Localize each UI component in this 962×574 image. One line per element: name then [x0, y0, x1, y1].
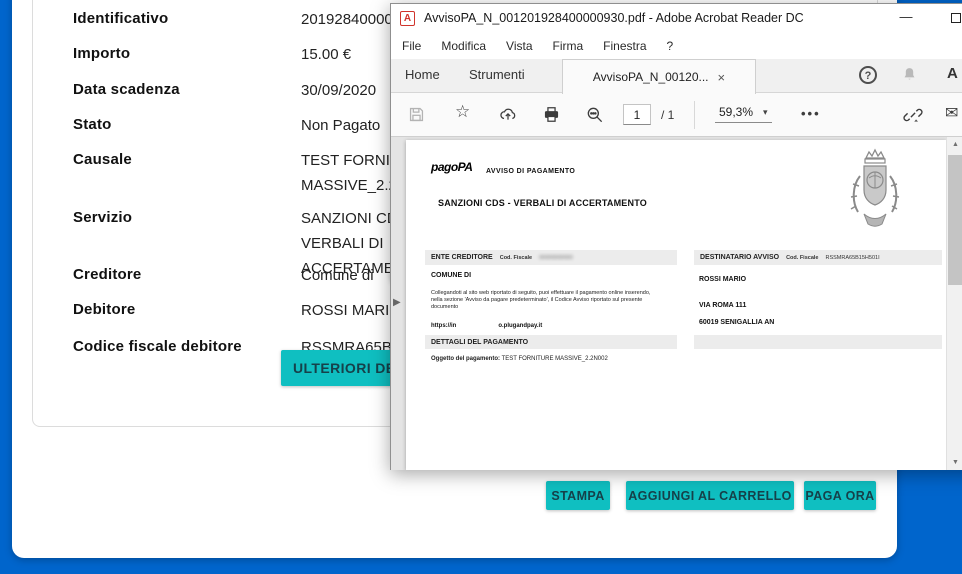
pay-now-button[interactable]: PAGA ORA: [804, 481, 876, 510]
tab-bar: Home Strumenti AvvisoPA_N_00120... × ? A: [391, 59, 962, 93]
recipient-section-band: DESTINATARIO AVVISO Cod. Fiscale RSSMRA6…: [694, 250, 942, 265]
document-tab-label: AvvisoPA_N_00120...: [593, 70, 709, 84]
pdf-doc-title: SANZIONI CDS - VERBALI DI ACCERTAMENTO: [438, 198, 647, 208]
notifications-bell-icon[interactable]: [901, 66, 918, 88]
page-count-label: / 1: [661, 108, 674, 122]
scroll-down-icon[interactable]: ▼: [947, 459, 962, 466]
vertical-scrollbar[interactable]: ▲ ▼: [946, 137, 962, 470]
print-button[interactable]: STAMPA: [546, 481, 610, 510]
payment-subject-label: Oggetto del pagamento:: [431, 356, 500, 362]
tab-document-active[interactable]: AvvisoPA_N_00120... ×: [562, 59, 756, 94]
row-label: Stato: [73, 116, 301, 138]
row-label: Identificativo: [73, 10, 301, 32]
tab-home[interactable]: Home: [405, 67, 440, 82]
payment-url-prefix: https://in: [431, 323, 456, 329]
menu-vista[interactable]: Vista: [496, 39, 542, 53]
row-label: Debitore: [73, 301, 301, 323]
creditor-cf-label: Cod. Fiscale: [500, 255, 532, 261]
payment-subject-value: TEST FORNITURE MASSIVE_2.2N002: [502, 356, 608, 362]
creditor-section-band: ENTE CREDITORE Cod. Fiscale 00000000000: [425, 250, 677, 265]
favorites-star-icon[interactable]: ☆: [455, 102, 470, 122]
zoom-tool-icon[interactable]: [585, 105, 605, 125]
recipient-cf-value: RSSMRA65B15H501I: [825, 255, 879, 261]
payment-details-band: DETTAGLI DEL PAGAMENTO: [425, 335, 677, 349]
window-title: AvvisoPA_N_001201928400000930.pdf - Adob…: [424, 11, 804, 25]
zoom-level-value: 59,3%: [719, 105, 753, 119]
creditor-name: COMUNE DI: [431, 272, 471, 279]
menu-bar: File Modifica Vista Firma Finestra ?: [391, 33, 962, 59]
more-tools-icon[interactable]: •••: [801, 106, 821, 121]
row-label: Causale: [73, 151, 301, 198]
maximize-icon: [951, 13, 961, 23]
minimize-button[interactable]: —: [889, 4, 923, 33]
pdf-page: pagoPA AVVISO DI PAGAMENTO SANZIONI CDS …: [406, 140, 946, 470]
email-icon[interactable]: ✉: [945, 103, 958, 123]
acrobat-reader-window: A AvvisoPA_N_001201928400000930.pdf - Ad…: [390, 3, 962, 470]
chevron-down-icon: ▾: [763, 107, 768, 118]
document-area: ▶ pagoPA AVVISO DI PAGAMENTO SANZIONI CD…: [391, 137, 962, 470]
row-label: Importo: [73, 45, 301, 67]
toolbar-divider: [694, 101, 695, 129]
payment-instructions-text: Collegandoti al sito web riportato di se…: [431, 290, 659, 311]
menu-help[interactable]: ?: [657, 39, 684, 53]
payment-details-label: DETTAGLI DEL PAGAMENTO: [431, 339, 528, 346]
save-icon[interactable]: [407, 105, 426, 124]
row-label: Codice fiscale debitore: [73, 338, 301, 360]
navigation-pane-toggle-icon[interactable]: ▶: [393, 297, 401, 308]
toolbar: ☆ 1 / 1 59,3% ▾ ••• ✉: [391, 93, 962, 137]
municipal-crest-image: [844, 148, 906, 245]
menu-firma[interactable]: Firma: [543, 39, 594, 53]
window-titlebar[interactable]: A AvvisoPA_N_001201928400000930.pdf - Ad…: [391, 4, 962, 33]
creditor-cf-redacted: 00000000000: [539, 255, 573, 261]
sign-in-link[interactable]: A: [947, 65, 958, 82]
pagopa-logo: pagoPA: [431, 160, 472, 174]
recipient-name: ROSSI MARIO: [699, 276, 746, 283]
tab-strumenti[interactable]: Strumenti: [469, 67, 525, 82]
zoom-level-dropdown[interactable]: 59,3% ▾: [715, 104, 772, 123]
creditor-visible-text: Comune di: [301, 267, 374, 284]
share-link-icon[interactable]: [903, 105, 923, 125]
recipient-city: 60019 SENIGALLIA AN: [699, 319, 774, 326]
scroll-up-icon[interactable]: ▲: [947, 141, 962, 148]
payment-subject-line: Oggetto del pagamento: TEST FORNITURE MA…: [431, 356, 608, 362]
recipient-address: VIA ROMA 111: [699, 302, 746, 309]
recipient-section-label: DESTINATARIO AVVISO: [700, 254, 779, 261]
payment-details-band-right: [694, 335, 942, 349]
help-icon[interactable]: ?: [859, 66, 877, 84]
print-icon[interactable]: [542, 105, 561, 124]
maximize-button[interactable]: [939, 4, 962, 33]
scrollbar-thumb[interactable]: [948, 155, 962, 285]
menu-finestra[interactable]: Finestra: [593, 39, 656, 53]
screen: Identificativo 201928400000930 Importo 1…: [0, 0, 962, 574]
pdf-file-icon: A: [400, 11, 415, 26]
page-number-input[interactable]: 1: [623, 104, 651, 125]
close-tab-icon[interactable]: ×: [718, 70, 726, 85]
payment-url: https://in o.plugandpay.it: [431, 323, 542, 329]
row-label: Creditore: [73, 266, 301, 288]
creditor-section-label: ENTE CREDITORE: [431, 254, 493, 261]
recipient-cf-label: Cod. Fiscale: [786, 255, 818, 261]
add-to-cart-button[interactable]: AGGIUNGI AL CARRELLO: [626, 481, 794, 510]
row-label: Data scadenza: [73, 81, 301, 103]
menu-file[interactable]: File: [392, 39, 431, 53]
pdf-doc-type: AVVISO DI PAGAMENTO: [486, 168, 575, 175]
cloud-upload-icon[interactable]: [498, 105, 518, 124]
payment-url-suffix: o.plugandpay.it: [498, 323, 542, 329]
menu-modifica[interactable]: Modifica: [431, 39, 496, 53]
